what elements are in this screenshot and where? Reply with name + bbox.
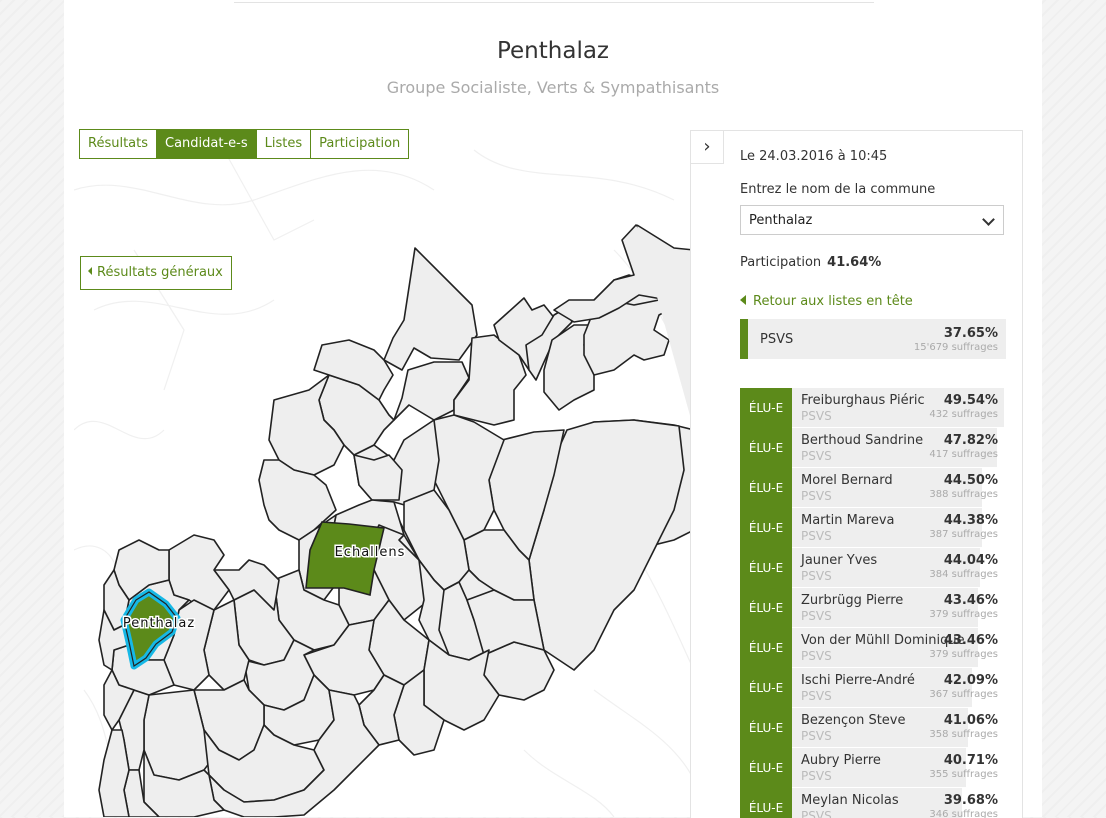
elected-badge: ÉLU-E (740, 628, 792, 668)
candidate-name: Zurbrügg Pierre (801, 593, 904, 608)
candidate-percentage: 44.50% (943, 473, 998, 488)
candidate-percentage: 49.54% (943, 393, 998, 408)
candidate-suffrages: 379 suffrages (929, 649, 998, 660)
candidate-suffrages: 358 suffrages (929, 729, 998, 740)
candidate-party: PSVS (801, 529, 832, 543)
candidate-party: PSVS (801, 569, 832, 583)
candidate-party: PSVS (801, 769, 832, 783)
elected-badge: ÉLU-E (740, 468, 792, 508)
elected-badge: ÉLU-E (740, 788, 792, 818)
candidate-party: PSVS (801, 729, 832, 743)
candidate-row[interactable]: ÉLU-E Meylan Nicolas PSVS 39.68% 346 suffrag… (740, 788, 1006, 818)
candidate-suffrages: 388 suffrages (929, 489, 998, 500)
candidate-name: Morel Bernard (801, 473, 893, 488)
tab-resultats[interactable]: Résultats (80, 130, 157, 158)
candidate-suffrages: 384 suffrages (929, 569, 998, 580)
list-suffrages: 15'679 suffrages (913, 342, 998, 353)
back-button-label: Résultats généraux (97, 265, 223, 280)
participation-row: Participation 41.64% (740, 255, 881, 270)
candidate-suffrages: 387 suffrages (929, 529, 998, 540)
list-percentage: 37.65% (943, 326, 998, 341)
candidate-party: PSVS (801, 409, 832, 423)
participation-label: Participation (740, 255, 822, 270)
tab-participation[interactable]: Participation (310, 130, 409, 158)
district-map[interactable]: Echallens Penthalaz (74, 130, 694, 817)
elected-badge: ÉLU-E (740, 588, 792, 628)
candidate-name: Jauner Yves (801, 553, 878, 568)
chevron-down-icon (982, 213, 995, 226)
divider (234, 2, 874, 3)
candidate-name: Von der Mühll Dominique (801, 633, 965, 648)
candidate-percentage: 47.82% (943, 433, 998, 448)
tab-candidats[interactable]: Candidat-e-s (156, 130, 256, 158)
elected-badge: ÉLU-E (740, 668, 792, 708)
candidate-list: ÉLU-E Freiburghaus Piéric PSVS 49.54% 432 su… (740, 388, 1006, 818)
candidate-party: PSVS (801, 649, 832, 663)
candidate-row[interactable]: ÉLU-E Ischi Pierre-André PSVS 42.09% 367 suf… (740, 668, 1006, 708)
candidate-name: Freiburghaus Piéric (801, 393, 925, 408)
list-name: PSVS (760, 332, 794, 347)
candidate-suffrages: 432 suffrages (929, 409, 998, 420)
back-to-lists-label: Retour aux listes en tête (753, 294, 913, 309)
candidate-row[interactable]: ÉLU-E Morel Bernard PSVS 44.50% 388 suffrage… (740, 468, 1006, 508)
tab-listes[interactable]: Listes (255, 130, 311, 158)
caret-left-icon (740, 295, 746, 305)
candidate-suffrages: 367 suffrages (929, 689, 998, 700)
candidate-name: Martin Mareva (801, 513, 895, 528)
elected-badge: ÉLU-E (740, 388, 792, 428)
candidate-percentage: 41.06% (943, 713, 998, 728)
candidate-row[interactable]: ÉLU-E Jauner Yves PSVS 44.04% 384 suffrages (740, 548, 1006, 588)
candidate-row[interactable]: ÉLU-E Freiburghaus Piéric PSVS 49.54% 432 su… (740, 388, 1006, 428)
commune-field-label: Entrez le nom de la commune (740, 182, 936, 197)
elected-badge: ÉLU-E (740, 708, 792, 748)
candidate-suffrages: 379 suffrages (929, 609, 998, 620)
candidate-percentage: 43.46% (943, 593, 998, 608)
candidate-row[interactable]: ÉLU-E Martin Mareva PSVS 44.38% 387 suffrage… (740, 508, 1006, 548)
list-color-accent (740, 319, 748, 359)
candidate-party: PSVS (801, 609, 832, 623)
elected-badge: ÉLU-E (740, 748, 792, 788)
commune-select-value: Penthalaz (749, 213, 813, 228)
candidate-suffrages: 355 suffrages (929, 769, 998, 780)
candidate-percentage: 42.09% (943, 673, 998, 688)
view-tabs: Résultats Candidat-e-s Listes Participat… (79, 129, 410, 159)
candidate-percentage: 44.38% (943, 513, 998, 528)
candidate-percentage: 43.46% (943, 633, 998, 648)
candidate-suffrages: 417 suffrages (929, 449, 998, 460)
candidate-percentage: 39.68% (943, 793, 998, 808)
caret-left-icon (88, 267, 92, 275)
page: Penthalaz Groupe Socialiste, Verts & Sym… (64, 0, 1042, 818)
candidate-party: PSVS (801, 449, 832, 463)
candidate-name: Bezençon Steve (801, 713, 906, 728)
list-result-bar[interactable]: PSVS 37.65% 15'679 suffrages (740, 319, 1006, 359)
elected-badge: ÉLU-E (740, 548, 792, 588)
elected-badge: ÉLU-E (740, 508, 792, 548)
candidate-party: PSVS (801, 689, 832, 703)
commune-regions[interactable] (98, 224, 694, 817)
candidate-percentage: 44.04% (943, 553, 998, 568)
map-label-penthalaz: Penthalaz (123, 616, 195, 631)
elected-badge: ÉLU-E (740, 428, 792, 468)
candidate-row[interactable]: ÉLU-E Bezençon Steve PSVS 41.06% 358 suffrag… (740, 708, 1006, 748)
participation-value: 41.64% (827, 255, 882, 270)
back-to-general-results-button[interactable]: Résultats généraux (80, 256, 232, 290)
update-date: Le 24.03.2016 à 10:45 (740, 149, 888, 164)
candidate-row[interactable]: ÉLU-E Zurbrügg Pierre PSVS 43.46% 379 suffra… (740, 588, 1006, 628)
candidate-name: Aubry Pierre (801, 753, 881, 768)
candidate-row[interactable]: ÉLU-E Aubry Pierre PSVS 40.71% 355 suffrages (740, 748, 1006, 788)
back-to-top-lists-link[interactable]: Retour aux listes en tête (740, 294, 913, 309)
page-subtitle: Groupe Socialiste, Verts & Sympathisants (386, 78, 720, 97)
commune-select[interactable]: Penthalaz (740, 205, 1004, 235)
candidate-percentage: 40.71% (943, 753, 998, 768)
candidate-row[interactable]: ÉLU-E Von der Mühll Dominique PSVS 43.46% 37… (740, 628, 1006, 668)
candidate-row[interactable]: ÉLU-E Berthoud Sandrine PSVS 47.82% 417 suff… (740, 428, 1006, 468)
chevron-right-icon[interactable]: › (691, 131, 724, 164)
candidate-party: PSVS (801, 489, 832, 503)
candidate-name: Ischi Pierre-André (801, 673, 915, 688)
results-panel: › Le 24.03.2016 à 10:45 Entrez le nom de… (690, 130, 1023, 818)
candidate-name: Meylan Nicolas (801, 793, 899, 808)
candidate-name: Berthoud Sandrine (801, 433, 924, 448)
map-label-echallens: Echallens (335, 545, 406, 560)
page-title: Penthalaz (496, 38, 610, 64)
